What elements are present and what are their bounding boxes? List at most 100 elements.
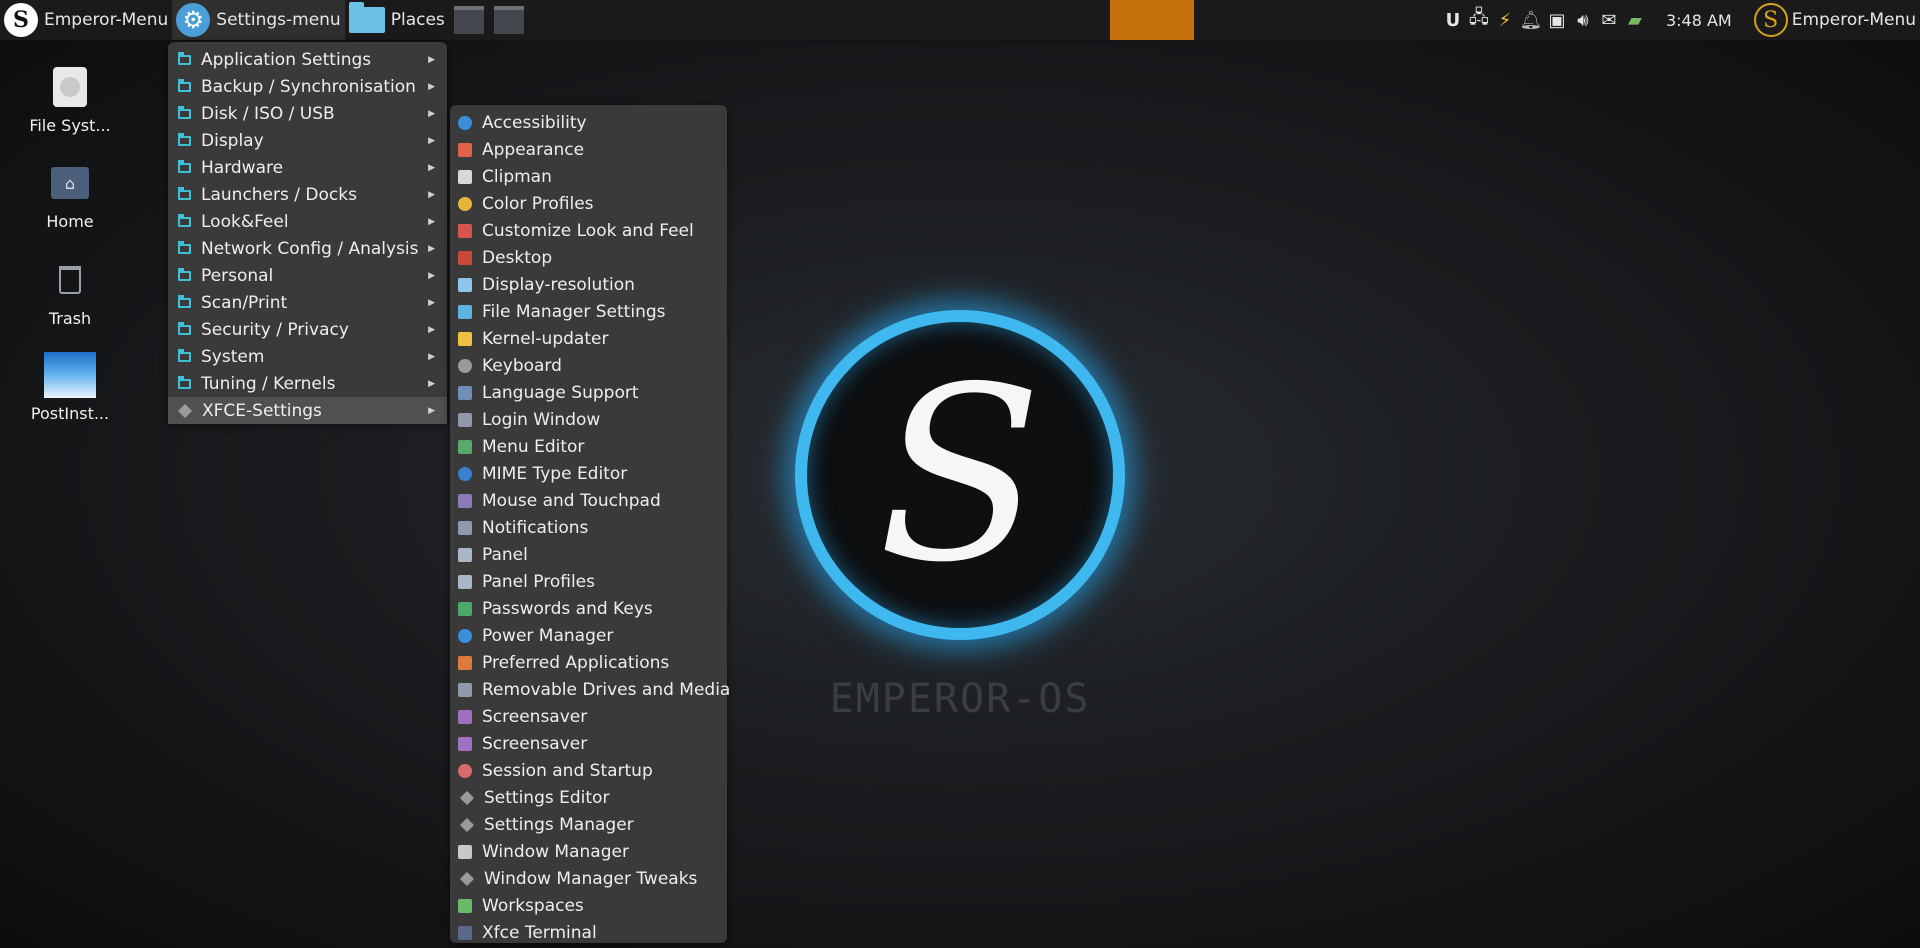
- submenu-item-customize-look-and-feel[interactable]: Customize Look and Feel: [450, 217, 727, 244]
- usb-icon[interactable]: ⚡: [1494, 8, 1516, 32]
- clipboard-icon: [458, 169, 472, 184]
- display-icon[interactable]: ▣: [1546, 8, 1568, 32]
- clock[interactable]: 3:48 AM: [1666, 11, 1732, 30]
- settings-manager-icon: [459, 817, 475, 832]
- submenu-item-window-manager-tweaks[interactable]: Window Manager Tweaks: [450, 865, 727, 892]
- submenu-item-notifications[interactable]: Notifications: [450, 514, 727, 541]
- submenu-item-display-resolution[interactable]: Display-resolution: [450, 271, 727, 298]
- submenu-item-workspaces[interactable]: Workspaces: [450, 892, 727, 919]
- window-button-1[interactable]: [453, 6, 484, 34]
- submenu-item-menu-editor[interactable]: Menu Editor: [450, 433, 727, 460]
- submenu-item-file-manager-settings[interactable]: File Manager Settings: [450, 298, 727, 325]
- submenu-item-mouse-and-touchpad[interactable]: Mouse and Touchpad: [450, 487, 727, 514]
- menu-item-application-settings[interactable]: Application Settings ▶: [168, 46, 447, 73]
- menu-item-security[interactable]: Security / Privacy ▶: [168, 316, 447, 343]
- logo-text: EMPEROR-OS: [829, 676, 1091, 722]
- folder-icon: [178, 132, 191, 146]
- submenu-item-passwords-and-keys[interactable]: Passwords and Keys: [450, 595, 727, 622]
- submenu-item-settings-manager[interactable]: Settings Manager: [450, 811, 727, 838]
- submenu-item-settings-editor[interactable]: Settings Editor: [450, 784, 727, 811]
- submenu-item-accessibility[interactable]: Accessibility: [450, 109, 727, 136]
- settings-editor-icon: [459, 790, 475, 805]
- menu-item-scan-print[interactable]: Scan/Print ▶: [168, 289, 447, 316]
- menu-item-disk[interactable]: Disk / ISO / USB ▶: [168, 100, 447, 127]
- emperor-menu-right-label: Emperor-Menu: [1791, 10, 1916, 30]
- menu-item-look-feel[interactable]: Look&Feel ▶: [168, 208, 447, 235]
- submenu-item-label: Panel Profiles: [482, 571, 595, 592]
- places-button[interactable]: Places: [345, 0, 449, 40]
- submenu-item-removable-drives-and-media[interactable]: Removable Drives and Media: [450, 676, 730, 703]
- battery-icon[interactable]: ▰: [1624, 8, 1646, 32]
- submenu-item-label: Session and Startup: [482, 760, 653, 781]
- chevron-right-icon: ▶: [428, 297, 435, 308]
- submenu-item-label: Clipman: [482, 166, 552, 187]
- folder-icon: [178, 240, 191, 254]
- top-panel: S Emperor-Menu ⚙ Settings-menu Places U …: [0, 0, 1920, 41]
- desktop-icon-postinstall[interactable]: PostInst...: [22, 352, 118, 423]
- network-icon[interactable]: 🖧: [1468, 7, 1490, 32]
- bell-icon[interactable]: 🔔︎: [1520, 8, 1543, 32]
- menu-item-network[interactable]: Network Config / Analysis ▶: [168, 235, 447, 262]
- menu-item-backup[interactable]: Backup / Synchronisation ▶: [168, 73, 447, 100]
- desktop-icon-filesystem[interactable]: File Syst...: [22, 64, 118, 135]
- menu-item-hardware[interactable]: Hardware ▶: [168, 154, 447, 181]
- submenu-item-session-and-startup[interactable]: Session and Startup: [450, 757, 727, 784]
- submenu-item-label: Language Support: [482, 382, 639, 403]
- menu-item-system[interactable]: System ▶: [168, 343, 447, 370]
- accessibility-icon: [458, 115, 472, 130]
- submenu-item-color-profiles[interactable]: Color Profiles: [450, 190, 727, 217]
- screensaver-icon: [458, 709, 472, 724]
- folder-icon: [178, 51, 191, 65]
- menu-item-personal[interactable]: Personal ▶: [168, 262, 447, 289]
- chevron-right-icon: ▶: [428, 108, 435, 119]
- submenu-item-label: Keyboard: [482, 355, 562, 376]
- volume-icon[interactable]: 🔊︎: [1572, 8, 1594, 32]
- desktop-icon-home[interactable]: ⌂ Home: [22, 160, 118, 231]
- submenu-item-keyboard[interactable]: Keyboard: [450, 352, 727, 379]
- session-icon: [458, 763, 472, 778]
- submenu-item-appearance[interactable]: Appearance: [450, 136, 727, 163]
- taskbar-active-window[interactable]: [1110, 0, 1194, 40]
- submenu-item-label: Appearance: [482, 139, 585, 160]
- u-icon[interactable]: U: [1442, 8, 1464, 32]
- image-icon: [44, 352, 96, 398]
- submenu-item-label: Screensaver: [482, 733, 588, 754]
- submenu-item-label: Preferred Applications: [482, 652, 670, 673]
- submenu-item-label: Power Manager: [482, 625, 614, 646]
- submenu-item-label: Panel: [482, 544, 528, 565]
- menu-item-tuning[interactable]: Tuning / Kernels ▶: [168, 370, 447, 397]
- submenu-item-screensaver[interactable]: Screensaver: [450, 730, 727, 757]
- submenu-item-clipman[interactable]: Clipman: [450, 163, 727, 190]
- menu-item-launchers[interactable]: Launchers / Docks ▶: [168, 181, 447, 208]
- power-icon: [458, 628, 472, 643]
- places-label: Places: [390, 10, 445, 30]
- submenu-item-language-support[interactable]: Language Support: [450, 379, 727, 406]
- folder-icon: [348, 2, 385, 33]
- submenu-item-xfce-terminal[interactable]: Xfce Terminal: [450, 919, 727, 946]
- submenu-item-preferred-applications[interactable]: Preferred Applications: [450, 649, 727, 676]
- submenu-item-kernel-updater[interactable]: Kernel-updater: [450, 325, 727, 352]
- submenu-item-power-manager[interactable]: Power Manager: [450, 622, 727, 649]
- menu-item-xfce-settings[interactable]: XFCE-Settings ▶: [168, 397, 447, 424]
- submenu-item-screensaver[interactable]: Screensaver: [450, 703, 727, 730]
- window-tweaks-icon: [459, 871, 475, 886]
- submenu-item-panel[interactable]: Panel: [450, 541, 727, 568]
- submenu-item-desktop[interactable]: Desktop: [450, 244, 727, 271]
- settings-menu-button[interactable]: ⚙ Settings-menu: [172, 0, 345, 40]
- emperor-menu-right-button[interactable]: S Emperor-Menu: [1750, 0, 1920, 40]
- menu-item-label: Backup / Synchronisation: [201, 76, 416, 97]
- menu-item-display[interactable]: Display ▶: [168, 127, 447, 154]
- submenu-item-login-window[interactable]: Login Window: [450, 406, 727, 433]
- workspaces-icon: [458, 898, 472, 913]
- submenu-item-panel-profiles[interactable]: Panel Profiles: [450, 568, 727, 595]
- submenu-item-mime-type-editor[interactable]: MIME Type Editor: [450, 460, 727, 487]
- submenu-item-label: Workspaces: [482, 895, 584, 916]
- submenu-item-window-manager[interactable]: Window Manager: [450, 838, 727, 865]
- emperor-menu-label: Emperor-Menu: [44, 10, 169, 30]
- emperor-menu-button[interactable]: S Emperor-Menu: [0, 0, 172, 40]
- chevron-right-icon: ▶: [428, 54, 435, 65]
- desktop-icon-trash[interactable]: Trash: [22, 257, 118, 328]
- mail-icon[interactable]: ✉: [1598, 8, 1620, 32]
- menu-item-label: XFCE-Settings: [202, 400, 322, 421]
- window-button-2[interactable]: [493, 6, 524, 34]
